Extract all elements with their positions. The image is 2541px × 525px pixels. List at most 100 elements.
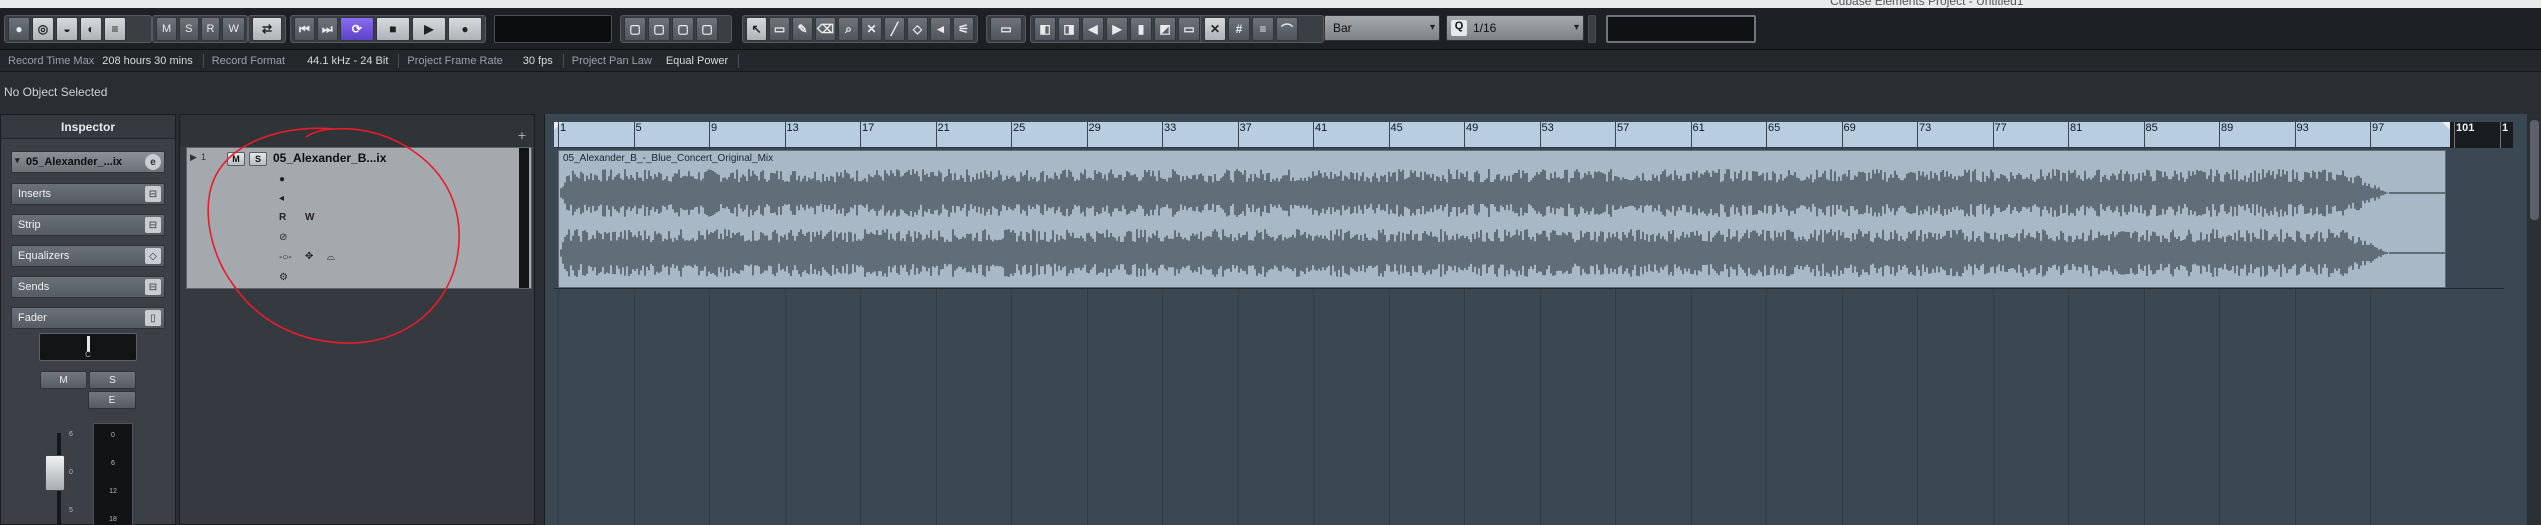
audio-track-header[interactable]: ▶ 1 M S 05_Alexander_B...ix ● ◂ R W ⊘ -○… [186, 147, 532, 289]
zoom-tool-icon[interactable]: ⌕ [838, 17, 859, 41]
play-tool-icon[interactable]: ◄ [930, 17, 951, 41]
edit-icon[interactable]: ✥ [305, 251, 313, 262]
snap-mode-icon[interactable]: ⌒ [1276, 17, 1298, 41]
track-name[interactable]: 05_Alexander_B...ix [273, 151, 386, 165]
nudge-start-icon[interactable]: ◨ [1058, 17, 1080, 41]
channel-meter: 0 6 12 18 [93, 423, 133, 525]
inspector-track-name: 05_Alexander_...ix [26, 156, 123, 168]
ruler-bar-label: 49 [1463, 122, 1479, 148]
read-automation-icon[interactable]: R [279, 212, 286, 223]
info-line: Record Time Max 208 hours 30 mins Record… [0, 50, 2541, 72]
nudge-size-icon[interactable]: ▭ [1178, 17, 1200, 41]
monitor-icon[interactable]: ◂ [279, 193, 284, 204]
edit-channel-icon[interactable]: e [145, 154, 161, 170]
constrain-delay-button[interactable]: ◎ [32, 17, 54, 41]
object-selection-icon[interactable]: ↖ [746, 17, 767, 41]
inspector-track-section[interactable]: ▾ 05_Alexander_...ix e [11, 151, 165, 173]
play-button[interactable]: ▶ [411, 17, 446, 41]
track-solo-button[interactable]: S [249, 152, 267, 166]
toolbar-left-group: ● ◎ ◒ ◐ ≡ [4, 15, 152, 43]
inspector-panel: Inspector ▾ 05_Alexander_...ix e Inserts… [0, 114, 176, 525]
nudge-right-icon[interactable]: ◩ [1154, 17, 1176, 41]
expand-track-icon[interactable]: ▶ [190, 152, 197, 163]
go-to-start-button[interactable]: ⏮ [294, 17, 315, 41]
timebase-icon[interactable]: ⊘ [279, 232, 287, 243]
ruler-bar-label: 85 [2143, 122, 2158, 148]
ruler-bar-label: 5 [633, 122, 642, 148]
inspector-toggle-button[interactable]: ◒ [56, 17, 78, 41]
strip-icon: ⊟ [145, 217, 161, 233]
frame-rate-value[interactable]: 30 fps [523, 55, 553, 67]
color-picker-icon[interactable]: ▭ [990, 17, 1022, 41]
record-button[interactable]: ● [447, 17, 482, 41]
write-all-button[interactable]: W [222, 17, 245, 41]
grid-icon[interactable]: # [1228, 17, 1250, 41]
snap-toggle-icon[interactable]: ✕ [1204, 17, 1226, 41]
ruler-bar-label: 81 [2067, 122, 2083, 148]
inspector-section-fader[interactable]: Fader ▯ [11, 307, 165, 329]
pan-law-value[interactable]: Equal Power [666, 55, 728, 67]
inspector-section-sends[interactable]: Sends ⊟ [11, 276, 165, 298]
timeline-ruler[interactable]: 1 5 9 13 17 21 25 29 33 37 41 45 49 53 57 61 65 69 73 77 81 8… [554, 122, 2513, 148]
ruler-bar-label: 13 [784, 122, 799, 148]
grid-type-select[interactable]: Bar ▾ [1324, 15, 1440, 41]
nudge-back-icon[interactable]: ◀ [1082, 17, 1104, 41]
inspector-section-inserts[interactable]: Inserts ⊟ [11, 183, 165, 205]
scrollbar-thumb[interactable] [2530, 120, 2539, 220]
cycle-button[interactable]: ⟳ [339, 17, 374, 41]
record-enable-icon[interactable]: ● [279, 174, 285, 185]
mute-all-button[interactable]: M [156, 17, 178, 41]
line-tool-icon[interactable]: ╱ [884, 17, 905, 41]
stop-button[interactable]: ■ [375, 17, 410, 41]
right-locator-icon[interactable] [2442, 122, 2450, 130]
quantize-label: Q [1451, 20, 1467, 36]
record-time-max-value[interactable]: 208 hours 30 mins [102, 55, 193, 67]
track-mute-button[interactable]: M [227, 152, 245, 166]
add-track-icon[interactable]: + [518, 127, 526, 143]
solo-button[interactable]: S [89, 371, 136, 389]
project-window-event-display[interactable]: 1 5 9 13 17 21 25 29 33 37 41 45 49 53 57 61 65 69 73 77 81 8… [544, 114, 2541, 525]
write-automation-icon[interactable]: W [305, 212, 314, 223]
record-format-value[interactable]: 44.1 kHz - 24 Bit [307, 55, 388, 67]
nudge-forward-icon[interactable]: ▶ [1106, 17, 1128, 41]
time-display[interactable] [494, 15, 612, 43]
grid-type-icon[interactable]: ≡ [1252, 17, 1274, 41]
activate-project-button[interactable]: ● [8, 17, 30, 41]
autoscroll-icon[interactable]: ⇄ [252, 17, 282, 41]
draw-tool-icon[interactable]: ✎ [792, 17, 813, 41]
state-button-1[interactable]: ▢ [624, 17, 646, 41]
glue-tool-icon[interactable]: ◇ [907, 17, 928, 41]
nudge-left-icon[interactable]: ◧ [1034, 17, 1056, 41]
pan-control[interactable]: C [39, 333, 137, 361]
mute-tool-icon[interactable]: ✕ [861, 17, 882, 41]
erase-tool-icon[interactable]: ⌫ [815, 17, 836, 41]
read-all-button[interactable]: R [200, 17, 221, 41]
ruler-bar-label: 65 [1765, 122, 1781, 148]
solo-all-button[interactable]: S [179, 17, 199, 41]
go-to-end-button[interactable]: ⏭ [316, 17, 338, 41]
edit-button[interactable]: E [88, 391, 136, 409]
nudge-end-icon[interactable]: ▮ [1130, 17, 1152, 41]
state-button-4[interactable]: ▢ [696, 17, 718, 41]
ruler-bar-label: 37 [1237, 122, 1252, 148]
media-bay-button[interactable]: ◐ [80, 17, 102, 41]
speaker-tool-icon[interactable]: ⚟ [953, 17, 974, 41]
freeze-icon[interactable]: ⌓ [327, 252, 335, 263]
mixer-toggle-button[interactable]: ≡ [104, 17, 126, 41]
vertical-scrollbar[interactable] [2527, 114, 2541, 525]
lane-icon[interactable]: -○- [279, 252, 292, 263]
ruler-bar-label: 69 [1841, 122, 1856, 148]
audio-event[interactable]: 05_Alexander_B_-_Blue_Concert_Original_M… [558, 150, 2446, 288]
inspector-section-strip[interactable]: Strip ⊟ [11, 214, 165, 236]
quantize-extra[interactable] [1588, 15, 1596, 43]
range-selection-icon[interactable]: ▭ [769, 17, 790, 41]
mute-button[interactable]: M [40, 371, 87, 389]
settings-gear-icon[interactable]: ⚙ [279, 272, 288, 283]
fader-scale-label: 5 [69, 507, 73, 514]
state-button-3[interactable]: ▢ [672, 17, 694, 41]
track-number: 1 [201, 152, 207, 162]
quantize-select[interactable]: Q 1/16 ▾ [1446, 15, 1584, 41]
volume-fader[interactable] [45, 455, 65, 491]
inspector-section-equalizers[interactable]: Equalizers ◇ [11, 245, 165, 267]
state-button-2[interactable]: ▢ [648, 17, 670, 41]
